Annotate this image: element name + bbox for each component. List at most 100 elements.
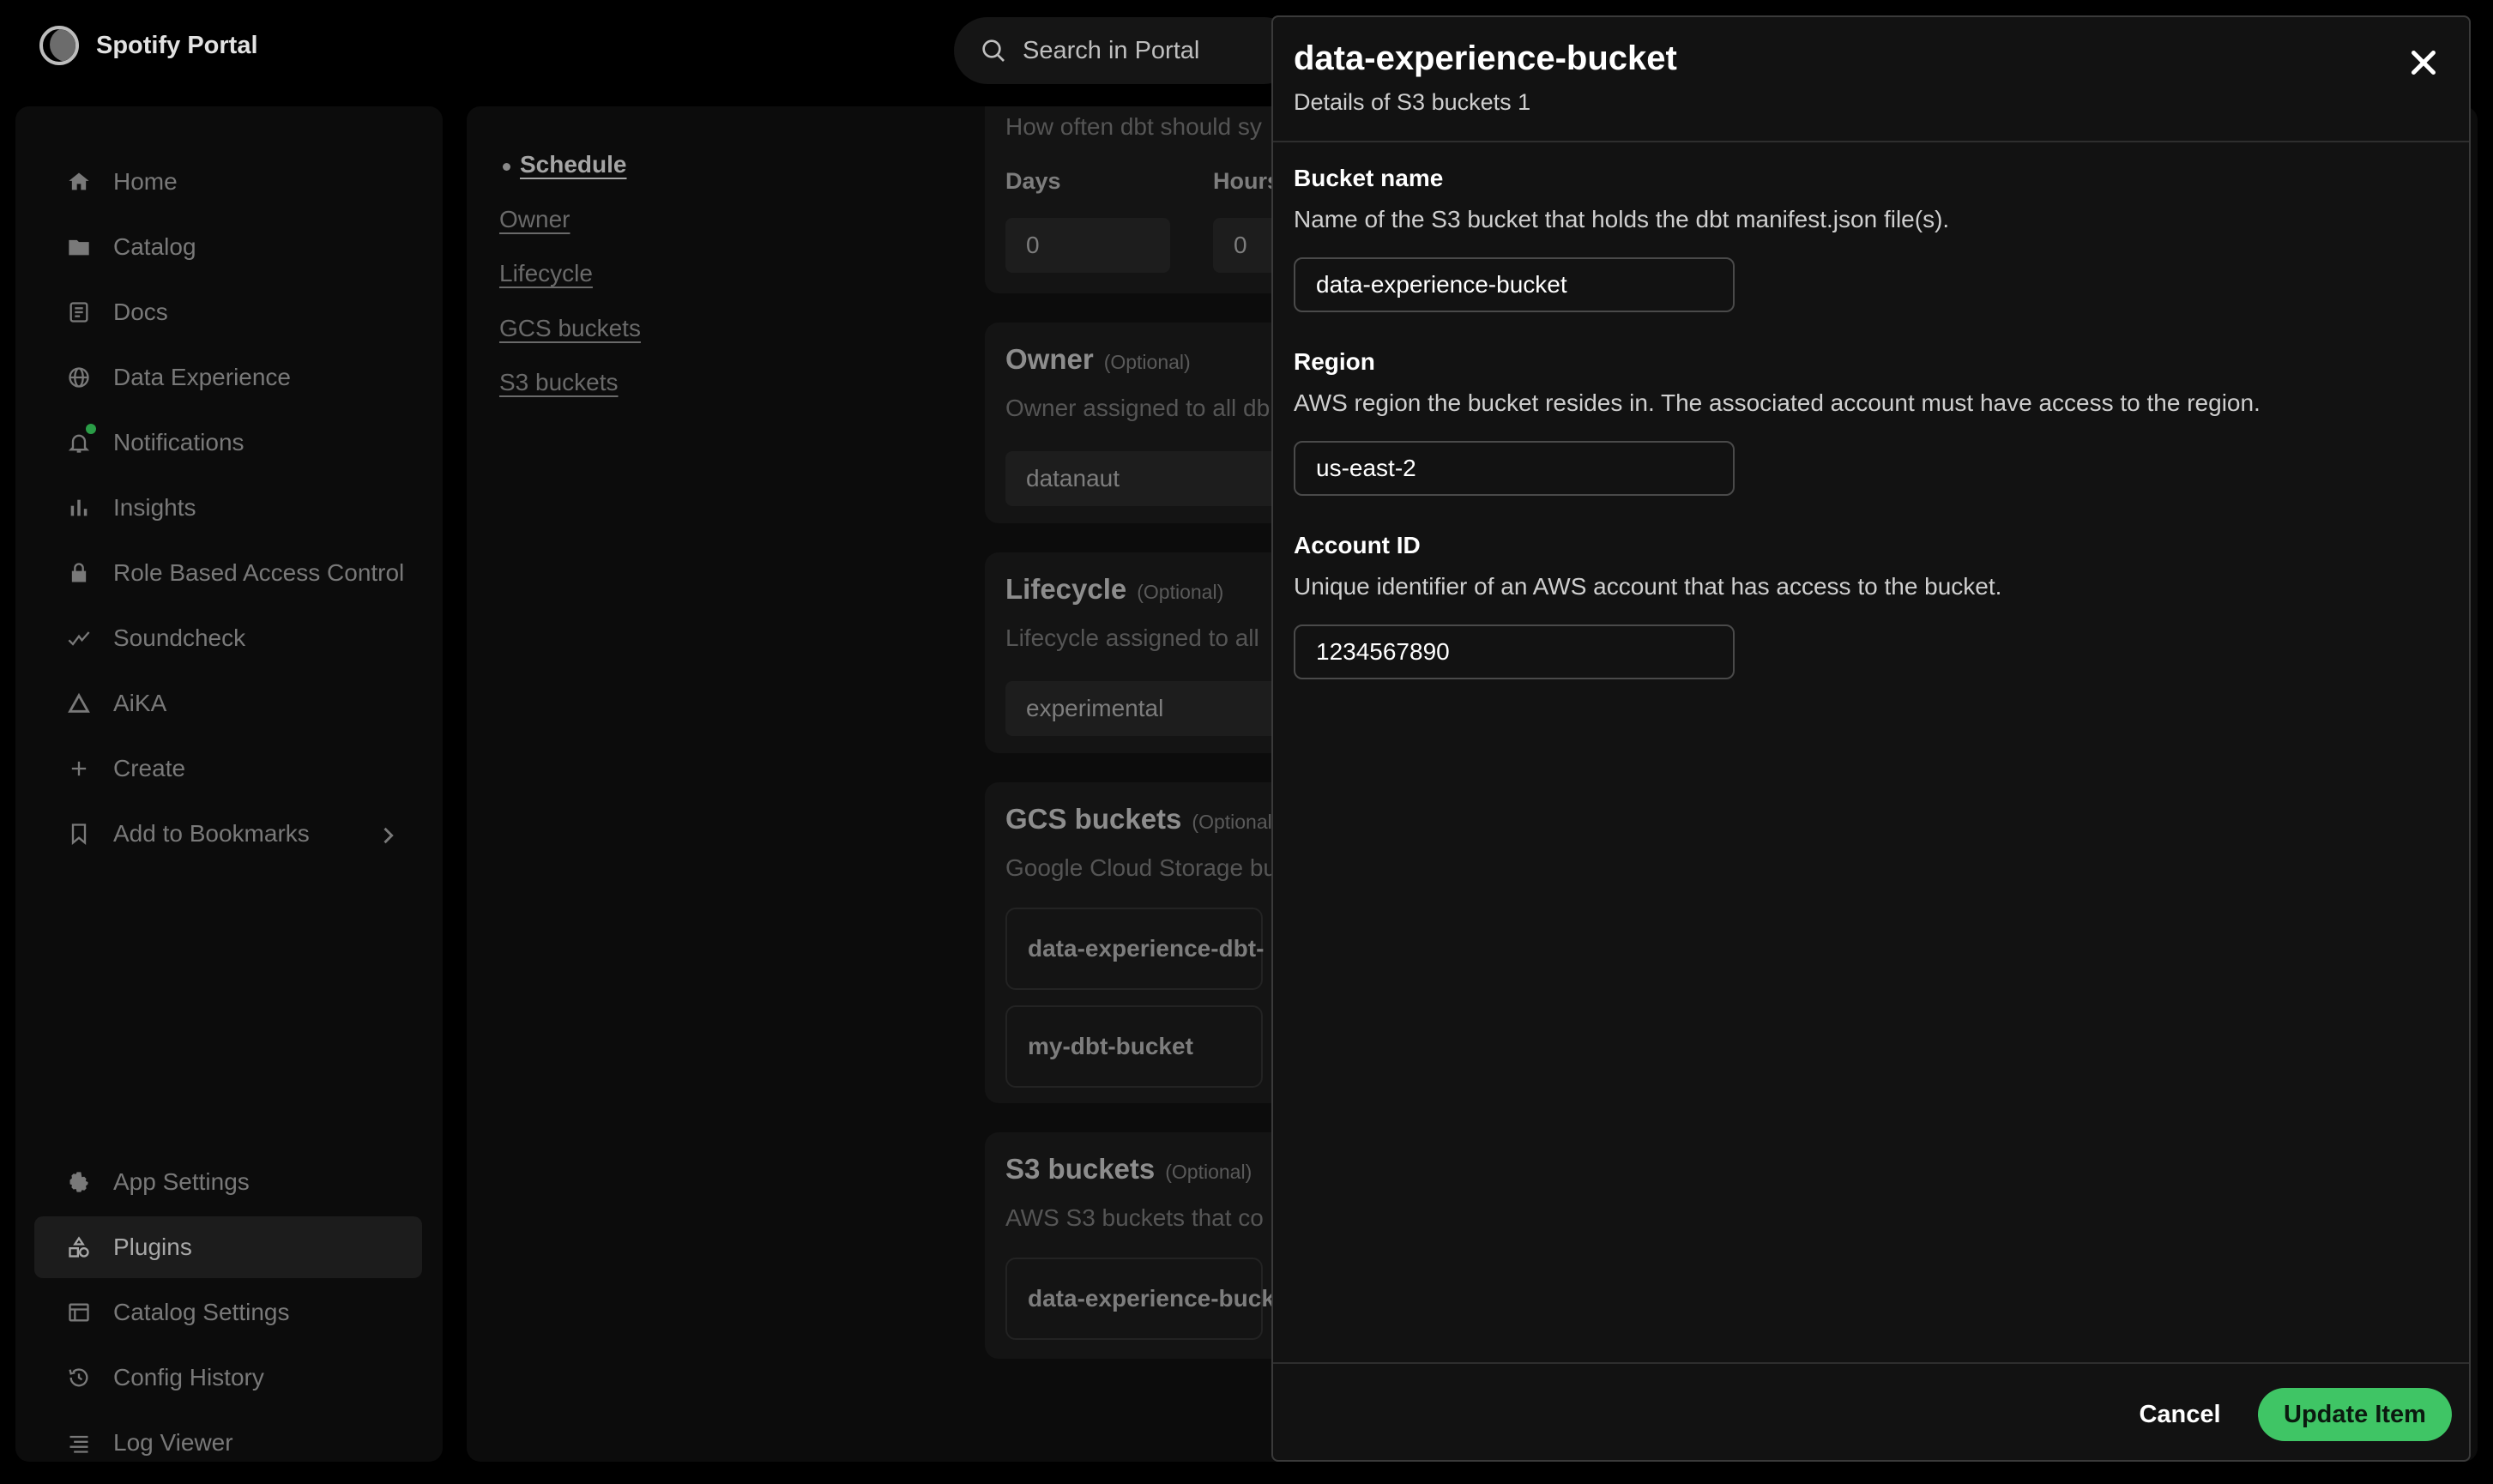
toc-item-s3-buckets[interactable]: S3 buckets [499,369,619,396]
sidebar-item-label: Soundcheck [113,624,246,651]
sidebar-item-home[interactable]: Home [34,151,422,213]
sidebar-item-label: App Settings [113,1168,250,1195]
toc-item-schedule[interactable]: Schedule [520,151,626,178]
drawer-footer: Cancel Update Item [1273,1362,2469,1460]
app-logo[interactable]: Spotify Portal [39,26,258,65]
days-label: Days [1005,168,1061,194]
sidebar-item-rbac[interactable]: Role Based Access Control [34,542,422,604]
bucket-name-label: Bucket name [1294,165,1444,191]
sidebar-item-aika[interactable]: AiKA [34,673,422,734]
triangle-icon [68,692,90,713]
hours-label: Hours [1213,168,1281,194]
docs-icon [69,302,88,323]
gear-icon [69,1172,88,1192]
lifecycle-title: Lifecycle (Optional) [1005,573,1223,606]
globe-icon [69,367,89,388]
sidebar-item-config-history[interactable]: Config History [34,1347,422,1409]
sidebar-item-notifications[interactable]: Notifications [34,412,422,474]
close-icon [2412,51,2436,75]
sidebar-item-label: Config History [113,1364,264,1390]
notification-dot [86,424,96,434]
lifecycle-description: Lifecycle assigned to all [1005,624,1259,651]
close-button[interactable] [2404,43,2443,82]
sidebar-item-label: Notifications [113,429,244,455]
region-help: AWS region the bucket resides in. The as… [1294,389,2261,416]
sidebar-item-plugins[interactable]: Plugins [34,1216,422,1278]
gcs-title-text: GCS buckets [1005,803,1182,835]
sidebar-item-label: Add to Bookmarks [113,820,310,847]
days-input[interactable]: 0 [1005,218,1170,273]
sidebar: Home Catalog Docs Data Experience Notifi… [15,106,443,1462]
update-item-button[interactable]: Update Item [2258,1388,2452,1441]
sidebar-item-label: Role Based Access Control [113,559,405,586]
sidebar-item-label: Log Viewer [113,1429,233,1456]
optional-tag: (Optional) [1103,351,1191,373]
sidebar-item-label: Plugins [113,1234,192,1260]
sidebar-item-log-viewer[interactable]: Log Viewer [34,1412,422,1474]
drawer-header: data-experience-bucket Details of S3 buc… [1273,17,2469,142]
gcs-bucket-item[interactable]: my-dbt-bucket [1005,1005,1263,1088]
toc-item-owner[interactable]: Owner [499,206,570,233]
sidebar-item-label: Catalog Settings [113,1299,290,1325]
cancel-button[interactable]: Cancel [2124,1388,2236,1441]
owner-title: Owner (Optional) [1005,343,1191,376]
sidebar-item-label: Create [113,755,186,781]
toc-active-bullet [503,163,510,171]
bookmark-icon [71,823,87,845]
toc-item-lifecycle[interactable]: Lifecycle [499,260,593,287]
portal-logo-icon [39,26,79,65]
lock-icon [71,563,87,582]
sidebar-item-label: Home [113,168,178,195]
sidebar-item-docs[interactable]: Docs [34,281,422,343]
s3-bucket-item[interactable]: data-experience-buck [1005,1258,1275,1340]
sidebar-item-catalog[interactable]: Catalog [34,216,422,278]
history-icon [69,1368,88,1387]
bell-icon [68,434,90,453]
sidebar-item-label: Insights [113,494,196,521]
sidebar-item-app-settings[interactable]: App Settings [34,1151,422,1213]
drawer-title: data-experience-bucket [1294,39,1677,77]
drawer-subtitle: Details of S3 buckets 1 [1294,89,1531,115]
sidebar-item-label: Catalog [113,233,196,260]
sidebar-item-add-to-bookmarks[interactable]: Add to Bookmarks [34,803,422,865]
gcs-title: GCS buckets (Optional [1005,803,1272,836]
plus-icon [71,761,87,776]
folder-icon [69,239,89,256]
owner-title-text: Owner [1005,343,1094,375]
check-wave-icon [68,631,90,646]
sidebar-item-catalog-settings[interactable]: Catalog Settings [34,1282,422,1343]
bucket-name-input[interactable] [1294,257,1735,312]
schedule-description: How often dbt should sy [1005,113,1262,140]
s3-title: S3 buckets (Optional) [1005,1153,1252,1185]
search-icon [982,39,1005,62]
sidebar-item-insights[interactable]: Insights [34,477,422,539]
search-input[interactable] [1023,36,1297,65]
app-name: Spotify Portal [96,31,258,59]
edit-item-drawer: data-experience-bucket Details of S3 buc… [1271,15,2471,1462]
region-label: Region [1294,348,1375,375]
toc-item-gcs-buckets[interactable]: GCS buckets [499,315,641,342]
s3-description: AWS S3 buckets that co [1005,1204,1264,1231]
search-bar[interactable] [954,17,1297,84]
account-id-help: Unique identifier of an AWS account that… [1294,573,2002,600]
s3-title-text: S3 buckets [1005,1153,1156,1185]
optional-tag: (Optional) [1137,581,1224,603]
sidebar-item-label: AiKA [113,690,167,716]
sidebar-item-create[interactable]: Create [34,738,422,799]
sidebar-item-label: Data Experience [113,364,292,390]
optional-tag: (Optional [1192,811,1272,833]
account-id-input[interactable] [1294,624,1735,679]
optional-tag: (Optional) [1165,1161,1253,1183]
owner-description: Owner assigned to all db [1005,395,1271,421]
region-input[interactable] [1294,441,1735,496]
sidebar-item-label: Docs [113,299,168,325]
home-icon [69,172,89,190]
sidebar-item-data-experience[interactable]: Data Experience [34,347,422,408]
sidebar-item-soundcheck[interactable]: Soundcheck [34,607,422,669]
chevron-right-icon [383,827,394,844]
bucket-name-help: Name of the S3 bucket that holds the dbt… [1294,206,1950,232]
gcs-description: Google Cloud Storage bu [1005,854,1277,881]
gcs-bucket-item[interactable]: data-experience-dbt- [1005,908,1264,990]
catalog-settings-icon [69,1303,89,1322]
plugin-icon [69,1236,89,1258]
